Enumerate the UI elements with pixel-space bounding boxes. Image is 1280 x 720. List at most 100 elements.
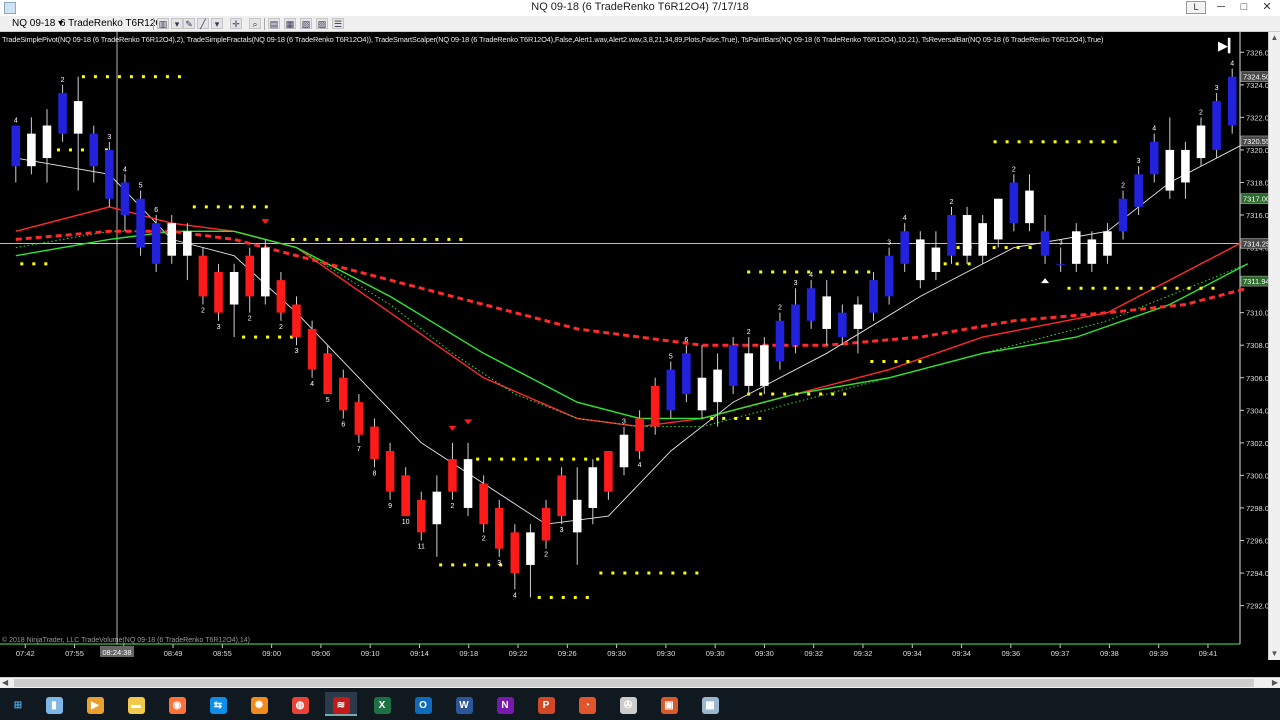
strategy-icon[interactable]: ▦: [284, 18, 296, 29]
pivot-dot: [1077, 140, 1081, 144]
candle-body: [323, 353, 332, 395]
pivot-dot: [843, 270, 847, 274]
horizontal-scrollbar[interactable]: ◀ ▶: [0, 677, 1280, 688]
pivot-dot: [710, 416, 714, 420]
candle-body: [401, 475, 410, 517]
chrome-icon[interactable]: ◍: [284, 692, 316, 716]
pivot-dot: [512, 457, 516, 461]
close-button[interactable]: ✕: [1254, 0, 1280, 16]
pivot-dot: [1175, 286, 1179, 290]
pivot-dot: [411, 237, 415, 241]
list-icon[interactable]: ☰: [332, 18, 344, 29]
candle-body: [151, 223, 161, 264]
scroll-down-icon[interactable]: ▼: [1269, 648, 1280, 660]
template-icon[interactable]: ▨: [316, 18, 328, 29]
pivot-dot: [635, 571, 639, 575]
candle-body: [744, 353, 754, 386]
windows-explorer-alt-icon[interactable]: ▮: [38, 692, 70, 716]
word-icon[interactable]: W: [448, 692, 480, 716]
firefox-icon[interactable]: ◉: [161, 692, 193, 716]
pivot-dot: [759, 270, 763, 274]
bar-count-label: 4: [638, 462, 642, 469]
calculator-icon[interactable]: ▦: [694, 692, 726, 716]
wheel-app-icon[interactable]: ✇: [612, 692, 644, 716]
candle-body: [697, 377, 707, 411]
start-icon[interactable]: ⊞: [2, 692, 34, 716]
pivot-dot: [129, 75, 133, 79]
bars-icon[interactable]: ▥: [157, 18, 169, 29]
excel-glyph: X: [373, 696, 391, 714]
candle-body: [526, 532, 535, 565]
window-title: NQ 09-18 (6 TradeRenko T6R12O4) 7/17/18: [531, 1, 749, 13]
time-tick-label: 09:34: [903, 649, 922, 658]
vertical-scrollbar[interactable]: ▲ ▼: [1268, 32, 1280, 660]
outlook-glyph: O: [414, 696, 432, 714]
candle-body: [448, 459, 457, 492]
price-tick-label: 7292.00: [1246, 602, 1268, 611]
chart-background: [0, 32, 1268, 660]
windows-taskbar: ⊞ ▮ ▶ ▬ ◉ ⇆ ✺ ◍ ≋ X O W N P ◔ ✇ ▣ ▦: [0, 688, 1280, 720]
draw-line-icon[interactable]: ╱: [197, 18, 209, 29]
powerpoint-icon[interactable]: P: [530, 692, 562, 716]
pivot-dot: [831, 392, 835, 396]
swirl-app-icon[interactable]: ◔: [571, 692, 603, 716]
pivot-dot: [56, 148, 60, 152]
candle-body: [1009, 182, 1019, 224]
pivot-dot: [759, 392, 763, 396]
properties-icon[interactable]: ▧: [300, 18, 312, 29]
help-button[interactable]: L: [1186, 1, 1206, 14]
bar-count-label: 3: [622, 419, 626, 426]
sun-app-icon[interactable]: ✺: [243, 692, 275, 716]
window-icon[interactable]: ▤: [268, 18, 280, 29]
scroll-right-icon[interactable]: ▶: [1272, 678, 1278, 687]
time-tick-label: 09:39: [1149, 649, 1168, 658]
pivot-dot: [585, 595, 589, 599]
draw-pencil-icon[interactable]: ✎: [183, 18, 195, 29]
scroll-up-icon[interactable]: ▲: [1269, 32, 1280, 44]
pivot-dot: [524, 457, 528, 461]
pivot-dot: [536, 457, 540, 461]
candle-body: [339, 377, 348, 411]
bar-count-label: 2: [482, 535, 486, 542]
pivot-dot: [758, 416, 762, 420]
candle-body: [58, 92, 67, 134]
scroll-left-icon[interactable]: ◀: [2, 678, 8, 687]
scroll-to-end-icon[interactable]: ▶▎: [1218, 38, 1238, 54]
price-tick-label: 7306.00: [1246, 374, 1268, 383]
media-player-icon[interactable]: ▶: [79, 692, 111, 716]
pivot-dot: [1089, 140, 1093, 144]
onenote-icon[interactable]: N: [489, 692, 521, 716]
screen-app-icon[interactable]: ▣: [653, 692, 685, 716]
crosshair-icon[interactable]: ✛: [230, 18, 242, 29]
pivot-dot: [956, 246, 960, 250]
bar-count-label: 4: [809, 272, 813, 279]
bar-count-label: 2: [544, 552, 548, 559]
bar-count-label: 3: [887, 240, 891, 247]
bar-count-label: 2: [1012, 166, 1016, 173]
price-chart[interactable]: 7326.00 7324.00 7322.00 7320.00 7318.00 7316.…: [0, 32, 1268, 660]
candle-body: [1227, 76, 1237, 126]
candle-body: [245, 255, 255, 297]
pivot-dot: [734, 416, 738, 420]
instrument-selector[interactable]: NQ 09-18 ▾: [12, 18, 63, 30]
bar-count-label: 4: [123, 166, 127, 173]
ninjatrader-icon[interactable]: ≋: [325, 692, 357, 716]
candle-body: [89, 133, 99, 167]
candle-body: [1040, 231, 1050, 256]
outlook-icon[interactable]: O: [407, 692, 439, 716]
pivot-dot: [475, 563, 479, 567]
excel-icon[interactable]: X: [366, 692, 398, 716]
file-explorer-icon[interactable]: ▬: [120, 692, 152, 716]
candle-body: [1025, 190, 1034, 224]
pivot-dot: [771, 270, 775, 274]
chevron-icon[interactable]: ▾: [171, 18, 183, 29]
pivot-dot: [795, 270, 799, 274]
scrollbar-thumb[interactable]: [14, 679, 1254, 687]
zoom-icon[interactable]: ⌕: [249, 18, 261, 29]
chevron-icon-2[interactable]: ▾: [211, 18, 223, 29]
candle-body: [183, 231, 192, 256]
chart-panel[interactable]: 7326.00 7324.00 7322.00 7320.00 7318.00 7316.…: [0, 32, 1280, 686]
teamviewer-icon[interactable]: ⇆: [202, 692, 234, 716]
pivot-dot: [363, 237, 367, 241]
pivot-dot: [204, 205, 208, 209]
